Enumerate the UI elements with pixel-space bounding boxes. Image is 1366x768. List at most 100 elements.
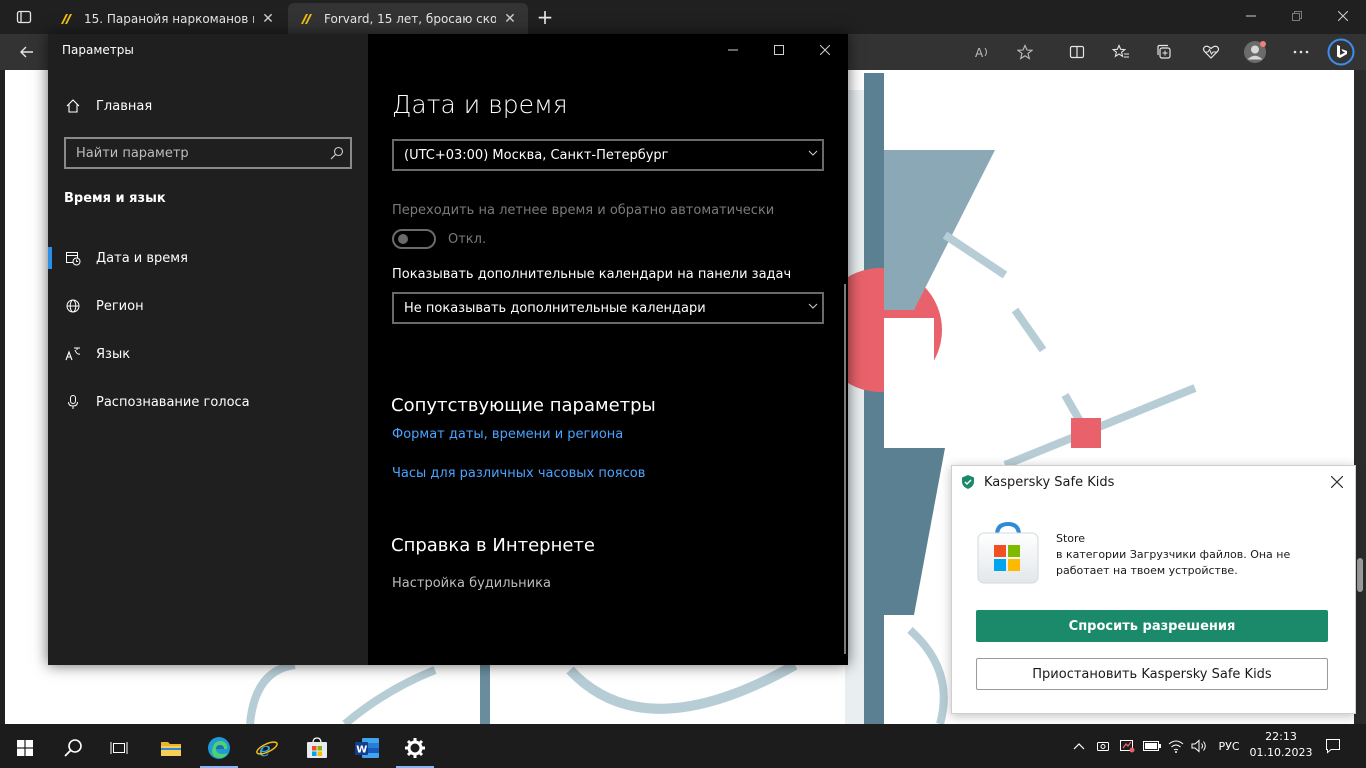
nav-item-label: Дата и время (96, 250, 188, 266)
tab-close-icon[interactable]: ✕ (260, 11, 276, 27)
settings-scrollbar[interactable] (844, 284, 846, 654)
gear-icon (405, 738, 425, 758)
taskbar-explorer[interactable] (148, 728, 194, 768)
dst-label: Переходить на летнее время и обратно авт… (392, 203, 775, 218)
battery-icon (1143, 741, 1161, 751)
nav-item-date-time[interactable]: Дата и время (48, 238, 368, 278)
taskbar-store[interactable] (294, 728, 340, 768)
favorites-list-icon (1112, 44, 1129, 58)
settings-nav-pane: Параметры Главная Время и язык Дата и вр… (48, 34, 368, 665)
notification-icon (1326, 739, 1340, 754)
collections-icon (1157, 44, 1171, 59)
store-app-icon (977, 521, 1039, 584)
tab-actions-button[interactable] (10, 6, 38, 28)
internet-explorer-icon: e (256, 737, 278, 760)
tray-overflow-button[interactable] (1070, 736, 1088, 756)
calendars-label: Показывать дополнительные календари на п… (392, 267, 792, 282)
tray-volume[interactable] (1190, 736, 1208, 756)
tray-language[interactable]: РУС (1213, 736, 1245, 756)
folder-icon (161, 742, 181, 756)
tab-close-icon[interactable]: ✕ (502, 11, 518, 27)
taskbar-ie[interactable]: e (244, 728, 290, 768)
nav-home-label: Главная (96, 98, 153, 114)
read-aloud-button[interactable]: A (968, 38, 998, 66)
wifi-icon (1168, 740, 1184, 753)
toggle-knob (398, 234, 408, 244)
split-screen-icon (1069, 45, 1085, 59)
favorites-button[interactable] (1106, 38, 1136, 66)
nav-item-region[interactable]: Регион (48, 286, 368, 326)
settings-main-pane: Дата и время (UTC+03:00) Москва, Санкт-П… (368, 34, 848, 665)
taskbar-edge[interactable] (196, 728, 242, 768)
browser-essentials-button[interactable] (1196, 38, 1226, 66)
notification-close-button[interactable] (1327, 472, 1347, 492)
home-icon (64, 97, 82, 115)
notification-center-button[interactable] (1322, 736, 1344, 756)
speaker-icon (1191, 739, 1206, 753)
windows-logo-icon (17, 740, 33, 756)
browser-restore-button[interactable] (1274, 0, 1320, 32)
bing-icon (1327, 38, 1355, 66)
favorite-star-button[interactable] (1010, 38, 1040, 66)
notification-app-name: Kaspersky Safe Kids (984, 474, 1115, 490)
calendars-select[interactable]: Не показывать дополнительные календари (392, 292, 824, 324)
settings-search[interactable] (64, 137, 352, 169)
taskbar: e W РУС 22:13 01.10.2023 (0, 724, 1366, 768)
microphone-icon (64, 393, 82, 411)
timezone-value: (UTC+03:00) Москва, Санкт-Петербург (404, 147, 669, 163)
browser-tab-1[interactable]: 15. Паранойя наркоманов или с ✕ (48, 3, 286, 34)
help-title: Справка в Интернете (391, 535, 595, 556)
search-icon (64, 739, 82, 757)
read-aloud-icon: A (975, 46, 987, 60)
start-button[interactable] (2, 728, 48, 768)
minimize-icon (1246, 15, 1256, 17)
nav-home[interactable]: Главная (48, 86, 368, 126)
help-item-alarm[interactable]: Настройка будильника (392, 576, 551, 591)
back-button[interactable] (12, 38, 42, 66)
tab-title: Forvard, 15 лет, бросаю скорост (324, 11, 496, 26)
link-date-format[interactable]: Формат даты, времени и региона (392, 427, 623, 442)
nav-item-speech[interactable]: Распознавание голоса (48, 382, 368, 422)
clock-time: 22:13 (1265, 730, 1297, 743)
section-title: Время и язык (64, 191, 166, 206)
ask-permission-button[interactable]: Спросить разрешения (976, 610, 1328, 642)
tab-actions-icon (16, 10, 32, 24)
kaspersky-notification: Kaspersky Safe Kids Store в категории За… (951, 465, 1356, 714)
arrow-left-icon (20, 46, 33, 58)
svg-text:e: e (259, 737, 271, 760)
nav-item-language[interactable]: Язык (48, 334, 368, 374)
pause-kaspersky-button[interactable]: Приостановить Kaspersky Safe Kids (976, 658, 1328, 690)
profile-button[interactable] (1240, 38, 1270, 66)
task-view-button[interactable] (96, 728, 142, 768)
tray-wifi[interactable] (1167, 736, 1185, 756)
bing-copilot-button[interactable] (1326, 38, 1356, 66)
link-world-clocks[interactable]: Часы для различных часовых поясов (392, 466, 645, 481)
tray-kaspersky[interactable] (1117, 736, 1137, 756)
star-icon (1017, 44, 1033, 60)
scrollbar-thumb[interactable] (1357, 558, 1363, 592)
search-input[interactable] (66, 145, 324, 161)
globe-icon (64, 297, 82, 315)
split-screen-button[interactable] (1062, 38, 1092, 66)
taskbar-search-button[interactable] (50, 728, 96, 768)
browser-tab-2[interactable]: Forvard, 15 лет, бросаю скорост ✕ (288, 3, 528, 34)
kaspersky-tray-icon (1120, 740, 1135, 753)
collections-button[interactable] (1150, 38, 1180, 66)
language-icon (64, 345, 82, 363)
search-icon[interactable] (324, 146, 350, 160)
dst-toggle[interactable] (392, 229, 436, 249)
notification-header: Kaspersky Safe Kids (960, 474, 1114, 490)
calendar-clock-icon (64, 249, 82, 267)
taskbar-settings[interactable] (392, 728, 438, 768)
taskbar-word[interactable]: W (344, 728, 390, 768)
nav-item-label: Распознавание голоса (96, 394, 250, 410)
new-tab-button[interactable]: + (532, 5, 558, 29)
browser-minimize-button[interactable] (1228, 0, 1274, 32)
timezone-select[interactable]: (UTC+03:00) Москва, Санкт-Петербург (392, 139, 824, 171)
tray-security[interactable] (1094, 736, 1112, 756)
taskbar-clock[interactable]: 22:13 01.10.2023 (1248, 729, 1314, 761)
page-title: Дата и время (392, 90, 568, 119)
more-menu-button[interactable] (1286, 38, 1316, 66)
tray-battery[interactable] (1142, 736, 1162, 756)
browser-close-button[interactable] (1320, 0, 1366, 32)
